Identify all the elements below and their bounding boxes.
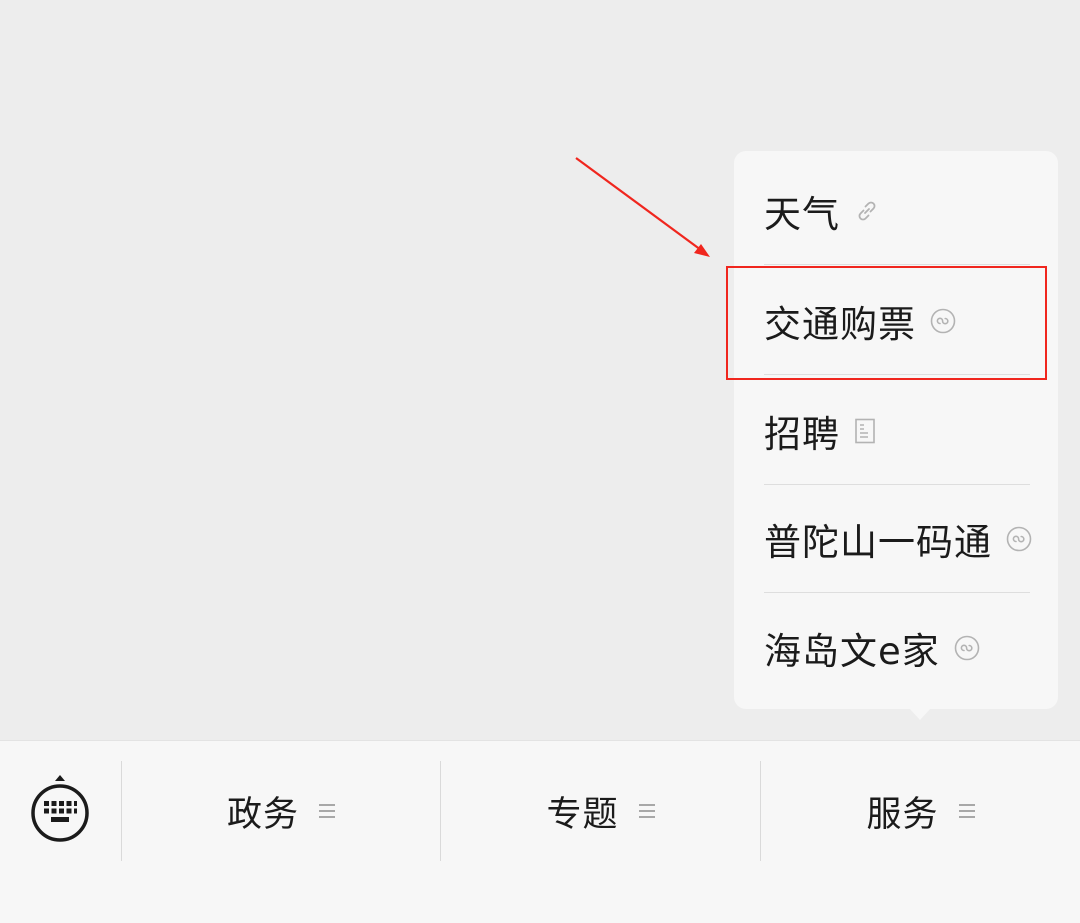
menu-lines-icon [319, 803, 335, 819]
menu-item-label: 招聘 [764, 413, 840, 456]
tab-topics[interactable]: 专题 [441, 763, 760, 859]
mini-program-icon [1006, 526, 1032, 552]
keyboard-icon [31, 775, 89, 842]
keyboard-toggle-button[interactable] [28, 773, 92, 845]
article-icon [854, 418, 876, 444]
menu-item-island-culture[interactable]: 海岛文e家 [734, 594, 1058, 702]
popup-caret [908, 707, 932, 720]
menu-item-label: 普陀山一码通 [764, 521, 992, 564]
menu-divider [764, 264, 1030, 265]
annotation-arrow-icon [575, 157, 710, 257]
menu-item-weather[interactable]: 天气 [734, 157, 1058, 265]
annotation-highlight-box [726, 266, 1047, 380]
menu-item-label: 海岛文e家 [764, 630, 940, 673]
menu-divider [764, 592, 1030, 593]
tab-label: 专题 [546, 794, 619, 835]
menu-item-label: 天气 [764, 193, 840, 236]
link-icon [854, 198, 880, 224]
bottom-menu-bar: 政务 专题 服务 [0, 740, 1080, 923]
menu-item-recruitment[interactable]: 招聘 [734, 377, 1058, 485]
menu-item-putuoshan-code[interactable]: 普陀山一码通 [734, 485, 1058, 593]
menu-lines-icon [638, 803, 655, 819]
menu-lines-icon [958, 803, 975, 819]
tab-label: 服务 [866, 794, 939, 835]
tab-label: 政务 [226, 794, 299, 835]
mini-program-icon [954, 635, 980, 661]
tab-government[interactable]: 政务 [122, 763, 440, 859]
service-submenu: 天气 交通购票 招聘 普陀山一码通 海岛文e家 [734, 151, 1058, 709]
chat-screen: 天气 交通购票 招聘 普陀山一码通 海岛文e家 政务 专题 服务 [0, 0, 1080, 923]
tab-services[interactable]: 服务 [761, 763, 1080, 859]
